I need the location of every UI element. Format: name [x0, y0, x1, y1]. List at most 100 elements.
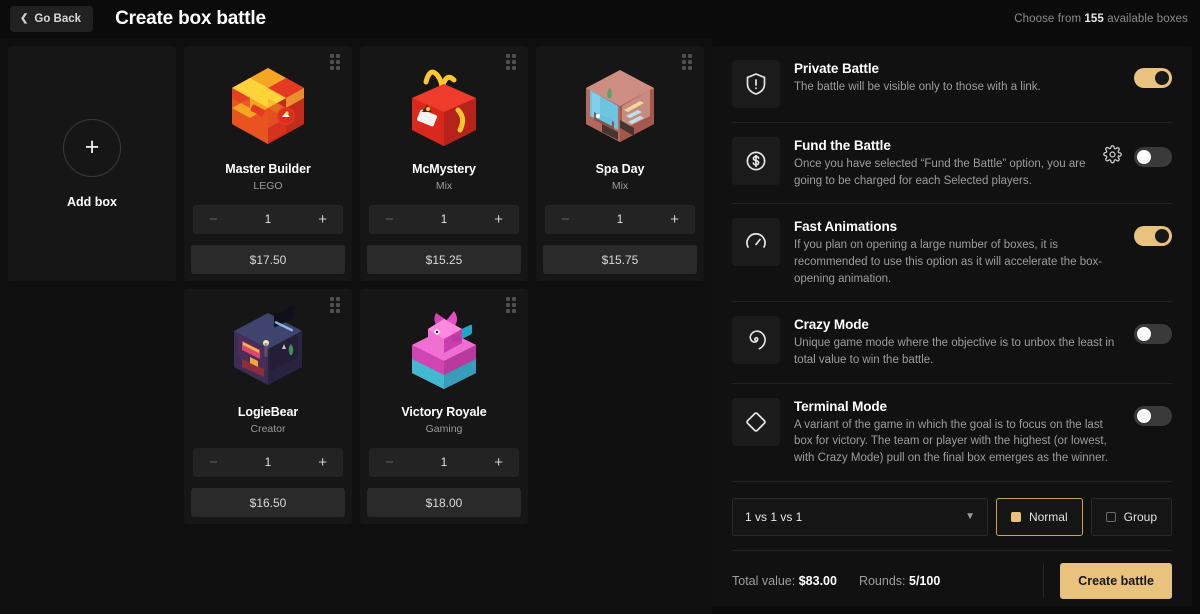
drag-handle-icon[interactable]: [506, 297, 520, 313]
fast-animations-toggle[interactable]: [1134, 226, 1172, 247]
drag-handle-icon[interactable]: [330, 297, 344, 313]
decrement-button[interactable]: −: [559, 212, 572, 227]
setting-description: A variant of the game in which the goal …: [794, 418, 1108, 465]
setting-controls: [1134, 218, 1172, 247]
setting-description: If you plan on opening a large number of…: [794, 239, 1103, 285]
box-name: McMystery: [412, 162, 476, 177]
increment-button[interactable]: +: [668, 212, 681, 227]
box-thumbnail-victory-royale: [360, 295, 528, 403]
setting-text: Fast Animations If you plan on opening a…: [794, 218, 1120, 287]
setting-controls: [1134, 398, 1172, 426]
add-box-card[interactable]: + Add box: [8, 46, 176, 281]
box-price[interactable]: $15.75: [543, 245, 697, 274]
quantity-stepper: − 1 +: [193, 448, 343, 478]
page-title: Create box battle: [115, 8, 266, 29]
diamond-icon: [732, 397, 780, 446]
drag-handle-icon[interactable]: [682, 54, 696, 70]
box-card[interactable]: Master Builder LEGO − 1 + $17.50: [184, 46, 352, 281]
battle-settings-panel: Private Battle The battle will be visibl…: [712, 46, 1192, 606]
setting-title: Crazy Mode: [794, 317, 869, 333]
quantity-stepper: − 1 +: [545, 205, 695, 235]
group-indicator-icon: [1105, 511, 1116, 522]
battle-footer: Total value: $83.00 Rounds: 5/100 Create…: [732, 549, 1172, 614]
setting-description: The battle will be visible only to those…: [794, 81, 1041, 93]
setting-title: Fund the Battle: [794, 138, 891, 153]
setting-fund-the-battle: Fund the Battle Once you have selected “…: [732, 123, 1172, 205]
box-thumbnail-spa: [536, 52, 704, 160]
mode-normal-button[interactable]: Normal: [995, 497, 1083, 536]
footer-divider: [1043, 563, 1045, 598]
setting-text: Terminal Mode A variant of the game in w…: [794, 398, 1120, 467]
setting-controls: [1134, 60, 1172, 88]
box-card[interactable]: Spa Day Mix − 1 + $15.75: [536, 46, 704, 281]
decrement-button[interactable]: −: [207, 212, 220, 227]
chevron-down-icon: ▼: [965, 510, 975, 522]
speedometer-icon: [732, 218, 780, 267]
decrement-button[interactable]: −: [207, 455, 220, 470]
private-battle-toggle[interactable]: [1134, 68, 1172, 88]
increment-button[interactable]: +: [492, 212, 505, 227]
setting-controls: [1134, 316, 1172, 345]
box-card[interactable]: LogieBear Creator − 1 + $16.50: [184, 289, 352, 524]
box-price[interactable]: $17.50: [191, 245, 345, 274]
quantity-value: 1: [264, 213, 272, 226]
gear-icon[interactable]: [1103, 145, 1122, 169]
spiral-icon: [732, 316, 780, 365]
crazy-mode-toggle[interactable]: [1134, 324, 1172, 345]
go-back-button[interactable]: ❮ Go Back: [10, 6, 94, 32]
available-suffix: available boxes: [1103, 13, 1188, 25]
quantity-value: 1: [440, 456, 448, 469]
setting-title: Terminal Mode: [794, 398, 887, 414]
decrement-button[interactable]: −: [383, 212, 396, 227]
players-select-value: 1 vs 1 vs 1: [745, 509, 803, 524]
setting-description: Unique game mode where the objective is …: [794, 337, 1115, 367]
quantity-stepper: − 1 +: [369, 448, 519, 478]
setting-text: Fund the Battle Once you have selected “…: [794, 137, 1089, 189]
quantity-value: 1: [616, 213, 624, 226]
box-thumbnail-logiebear: [184, 295, 352, 403]
box-name: Master Builder: [225, 162, 311, 177]
box-brand: Mix: [611, 180, 629, 193]
box-thumbnail-mcmystery: [360, 52, 528, 160]
drag-handle-icon[interactable]: [506, 54, 520, 70]
box-brand: LEGO: [253, 180, 283, 193]
mode-group-label: Group: [1123, 509, 1157, 524]
box-thumbnail-lego: [184, 52, 352, 160]
box-price[interactable]: $18.00: [367, 488, 521, 517]
fund-the-battle-toggle[interactable]: [1134, 147, 1172, 167]
page-body: + Add box Master Builder LEGO − 1 + $17.…: [0, 38, 1200, 614]
terminal-mode-toggle[interactable]: [1134, 405, 1172, 426]
available-count: 155: [1084, 13, 1104, 25]
setting-crazy-mode: Crazy Mode Unique game mode where the ob…: [732, 302, 1172, 384]
available-prefix: Choose from: [1014, 13, 1085, 25]
players-select[interactable]: 1 vs 1 vs 1 ▼: [732, 497, 988, 536]
go-back-label: Go Back: [34, 13, 82, 25]
box-price[interactable]: $15.25: [367, 245, 521, 274]
box-brand: Creator: [250, 423, 286, 436]
box-brand: Gaming: [425, 423, 463, 436]
quantity-value: 1: [440, 213, 448, 226]
box-card[interactable]: McMystery Mix − 1 + $15.25: [360, 46, 528, 281]
drag-handle-icon[interactable]: [330, 54, 344, 70]
boxes-panel: + Add box Master Builder LEGO − 1 + $17.…: [0, 38, 712, 614]
setting-private-battle: Private Battle The battle will be visibl…: [732, 46, 1172, 123]
decrement-button[interactable]: −: [383, 455, 396, 470]
box-price[interactable]: $16.50: [191, 488, 345, 517]
setting-fast-animations: Fast Animations If you plan on opening a…: [732, 204, 1172, 303]
rounds-value: 5/100: [909, 573, 941, 588]
battle-format-row: 1 vs 1 vs 1 ▼ Normal Group: [732, 482, 1172, 550]
rounds: Rounds: 5/100: [859, 574, 940, 588]
mode-group-button[interactable]: Group: [1090, 497, 1172, 536]
available-boxes-note: Choose from 155 available boxes: [1014, 13, 1188, 25]
increment-button[interactable]: +: [492, 455, 505, 470]
increment-button[interactable]: +: [316, 212, 329, 227]
increment-button[interactable]: +: [316, 455, 329, 470]
setting-title: Fast Animations: [794, 219, 898, 235]
total-value-amount: $83.00: [798, 573, 837, 588]
quantity-stepper: − 1 +: [369, 205, 519, 235]
chevron-left-icon: ❮: [20, 13, 29, 24]
box-card[interactable]: Victory Royale Gaming − 1 + $18.00: [360, 289, 528, 524]
setting-title: Private Battle: [794, 61, 879, 76]
totals: Total value: $83.00 Rounds: 5/100: [732, 574, 940, 588]
create-battle-button[interactable]: Create battle: [1060, 562, 1172, 599]
